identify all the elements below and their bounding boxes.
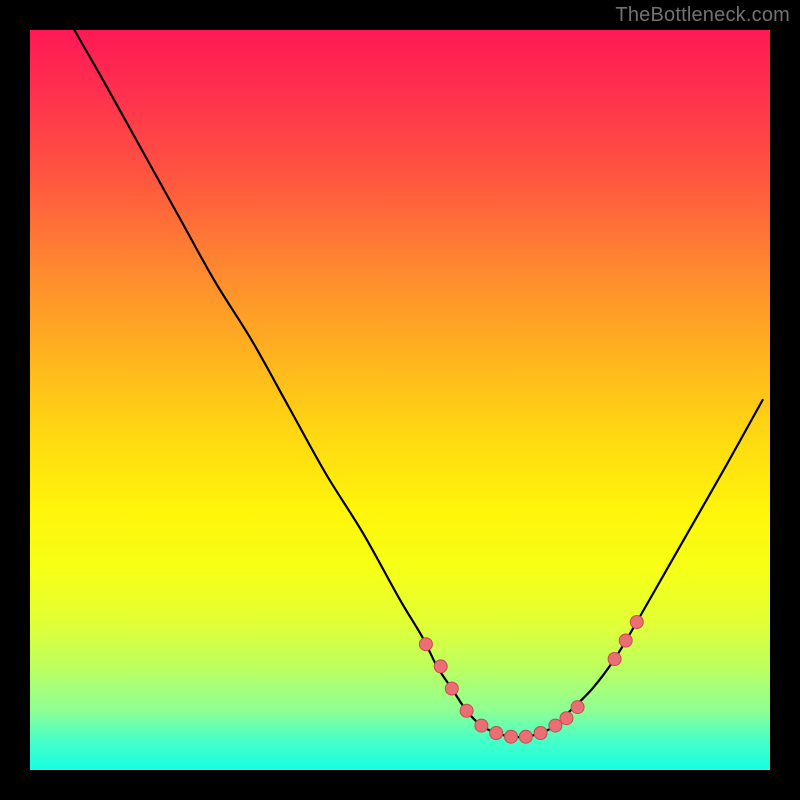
data-marker xyxy=(490,727,503,740)
data-marker xyxy=(419,638,432,651)
data-marker xyxy=(608,653,621,666)
data-marker xyxy=(571,701,584,714)
data-marker xyxy=(549,719,562,732)
chart-plot-area xyxy=(30,30,770,770)
data-marker xyxy=(434,660,447,673)
data-marker xyxy=(460,704,473,717)
data-markers xyxy=(419,616,643,744)
data-marker xyxy=(475,719,488,732)
bottleneck-curve xyxy=(74,30,762,737)
data-marker xyxy=(619,634,632,647)
chart-svg xyxy=(30,30,770,770)
attribution-label: TheBottleneck.com xyxy=(615,4,790,27)
data-marker xyxy=(505,730,518,743)
data-marker xyxy=(445,682,458,695)
data-marker xyxy=(560,712,573,725)
data-marker xyxy=(630,616,643,629)
data-marker xyxy=(534,727,547,740)
data-marker xyxy=(519,730,532,743)
